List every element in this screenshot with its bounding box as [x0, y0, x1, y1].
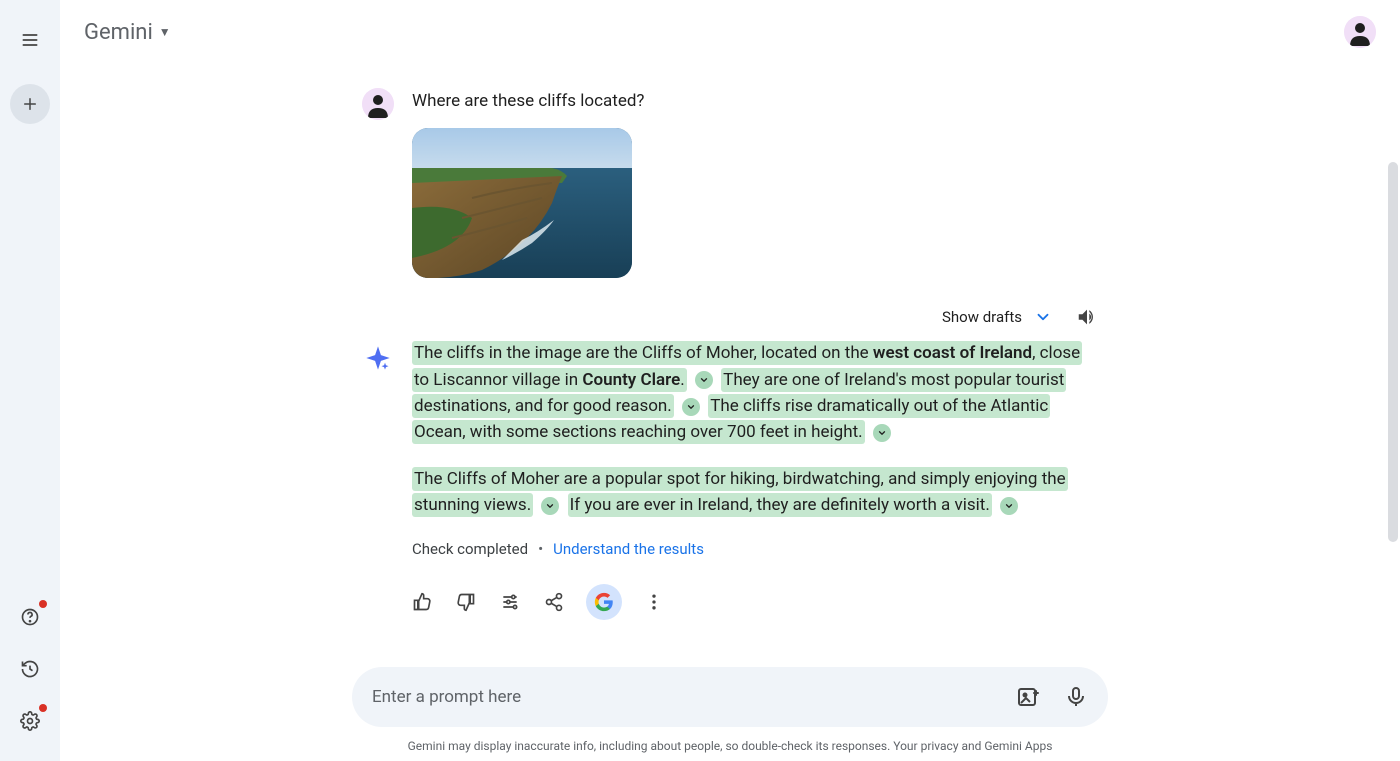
header: Gemini ▼ [60, 0, 1400, 64]
profile-avatar[interactable] [1344, 16, 1376, 48]
scrollbar[interactable] [1388, 162, 1398, 542]
privacy-link[interactable]: Your privacy and Gemini Apps [893, 739, 1052, 753]
tune-icon [500, 592, 520, 612]
google-verify-button[interactable] [586, 584, 622, 620]
brand-selector[interactable]: Gemini ▼ [84, 20, 171, 45]
share-button[interactable] [542, 590, 566, 614]
thumbs-down-button[interactable] [454, 590, 478, 614]
check-completed-label: Check completed [412, 538, 528, 561]
mic-icon [1064, 685, 1088, 709]
fact-check-chip[interactable] [541, 497, 559, 515]
model-avatar [362, 340, 394, 372]
activity-button[interactable] [10, 649, 50, 689]
response-actions [410, 584, 1098, 620]
speaker-icon [1076, 306, 1098, 328]
brand-name: Gemini [84, 20, 153, 45]
fact-check-chip[interactable] [695, 371, 713, 389]
thumbs-up-icon [412, 592, 432, 612]
hamburger-icon [20, 30, 40, 50]
image-upload-icon [1016, 685, 1040, 709]
menu-button[interactable] [10, 20, 50, 60]
plus-icon [21, 95, 39, 113]
input-area: Enter a prompt here Gemini may display i… [60, 667, 1400, 761]
google-icon [594, 592, 614, 612]
help-icon [20, 607, 40, 627]
caret-down-icon: ▼ [159, 25, 171, 39]
chevron-down-icon [1034, 308, 1052, 326]
read-aloud-button[interactable] [1076, 306, 1098, 328]
disclaimer: Gemini may display inaccurate info, incl… [352, 739, 1108, 753]
gear-icon [20, 711, 40, 731]
upload-image-button[interactable] [1016, 685, 1040, 709]
user-turn: Where are these cliffs located? [362, 88, 1098, 278]
understand-results-link[interactable]: Understand the results [553, 538, 704, 561]
model-response: The cliffs in the image are the Cliffs o… [412, 340, 1098, 619]
help-button[interactable] [10, 597, 50, 637]
history-icon [20, 659, 40, 679]
show-drafts-label: Show drafts [942, 308, 1022, 326]
response-toolbar: Show drafts [362, 306, 1098, 328]
prompt-placeholder: Enter a prompt here [372, 687, 1016, 707]
tune-button[interactable] [498, 590, 522, 614]
user-question: Where are these cliffs located? [412, 88, 1098, 114]
show-drafts-button[interactable]: Show drafts [942, 308, 1052, 326]
share-icon [544, 592, 564, 612]
avatar-icon [1344, 16, 1376, 48]
sparkle-icon [364, 344, 392, 372]
sidebar [0, 0, 60, 761]
check-row: Check completed • Understand the results [412, 538, 1098, 561]
thumbs-down-icon [456, 592, 476, 612]
fact-check-chip[interactable] [682, 398, 700, 416]
settings-button[interactable] [10, 701, 50, 741]
more-vert-icon [644, 592, 664, 612]
more-button[interactable] [642, 590, 666, 614]
new-chat-button[interactable] [10, 84, 50, 124]
prompt-input[interactable]: Enter a prompt here [352, 667, 1108, 727]
mic-button[interactable] [1064, 685, 1088, 709]
fact-check-chip[interactable] [873, 424, 891, 442]
attached-image[interactable] [412, 128, 632, 278]
fact-check-chip[interactable] [1000, 497, 1018, 515]
cliffs-image [412, 128, 632, 278]
model-turn: The cliffs in the image are the Cliffs o… [362, 340, 1098, 619]
user-avatar [362, 88, 394, 120]
conversation: Where are these cliffs located? [60, 64, 1400, 667]
thumbs-up-button[interactable] [410, 590, 434, 614]
